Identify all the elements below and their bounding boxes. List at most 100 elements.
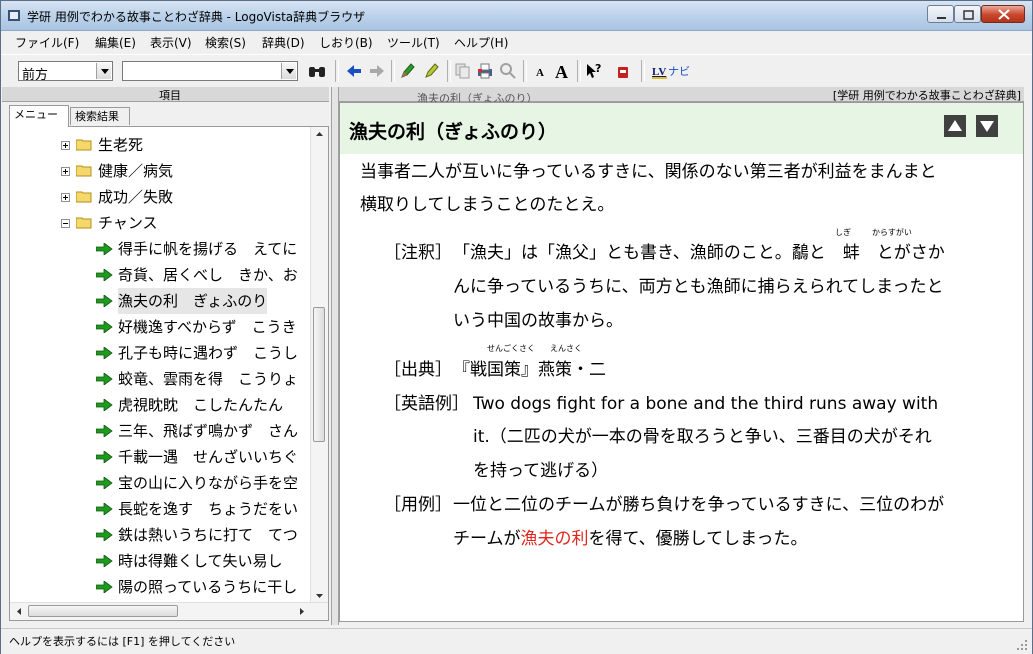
previous-entry-button[interactable] [944,115,966,137]
tree-entry[interactable]: 好機逸すべからず こうき [10,314,310,340]
binoculars-icon[interactable] [307,61,327,81]
pane-splitter[interactable] [331,87,339,625]
left-pane-header-label: 項目 [159,89,181,102]
toolbar-separator [335,60,339,82]
tree-folder[interactable]: 健康／病気 [10,158,310,184]
source-label: ［出典］ [384,360,452,380]
menu-help[interactable]: ヘルプ(H) [454,34,508,51]
entry-arrow-icon [96,477,113,489]
tree-item-label: 三年、飛ばず鳴かず さん [118,422,299,440]
entry-arrow-icon [96,295,113,307]
font-larger-icon[interactable]: A [553,61,573,81]
chevron-down-icon[interactable] [281,63,296,79]
tree-entry[interactable]: 孔子も時に遇わず こうし [10,340,310,366]
left-pane-tabs: メニュー 検索結果 [9,105,329,127]
scroll-right-icon[interactable] [295,603,309,620]
tree-item-label: 千載一遇 せんざいいちぐ [118,448,299,466]
tree-item-label: 奇貨、居くべし きか、お [118,266,298,284]
tree-entry[interactable]: 奇貨、居くべし きか、お [10,262,310,288]
tree-folder[interactable]: 成功／失敗 [10,184,310,210]
search-mode-select[interactable]: 前方 [18,61,113,83]
menu-bar: ファイル(F) 編集(E) 表示(V) 検索(S) 辞典(D) しおり(B) ツ… [1,31,1032,51]
usage-line: チームが漁夫の利を得て、優勝してしまった。 [453,528,807,550]
tree-entry[interactable]: 宝の山に入りながら手を空 [10,470,310,496]
scrollbar-thumb[interactable] [313,307,325,442]
close-icon [998,9,1010,20]
print-icon[interactable] [475,61,495,81]
tree-horizontal-scrollbar[interactable] [10,602,328,620]
menu-edit[interactable]: 編集(E) [95,34,136,51]
english-example-line: Two dogs fight for a bone and the third … [473,394,939,414]
menu-view[interactable]: 表示(V) [150,34,192,51]
entry-arrow-icon [96,451,113,463]
tree-entry[interactable]: 時は得難くして失い易し [10,548,310,574]
window-title: 学研 用例でわかる故事ことわざ辞典 - LogoVista辞典ブラウザ [27,10,366,24]
minimize-button[interactable] [927,5,954,23]
marker-pen-icon[interactable] [398,61,418,81]
copy-icon[interactable] [453,61,473,81]
search-input[interactable] [122,61,298,81]
menu-search[interactable]: 検索(S) [205,34,246,51]
tree-entry[interactable]: 千載一遇 せんざいいちぐ [10,444,310,470]
tree-item-label: 成功／失敗 [98,188,174,206]
expand-icon[interactable] [61,193,70,202]
svg-text:?: ? [595,62,601,75]
scroll-left-icon[interactable] [12,603,26,620]
scroll-up-icon[interactable] [311,127,328,141]
font-smaller-icon[interactable]: A [531,61,551,81]
ruby-text: しぎ [835,228,851,237]
tree-entry[interactable]: 長蛇を逸す ちょうだをい [10,496,310,522]
close-button[interactable] [981,5,1025,23]
menu-file[interactable]: ファイル(F) [15,34,79,51]
status-bar: ヘルプを表示するには [F1] を押してください [1,628,1032,654]
forward-arrow-icon[interactable] [367,61,387,81]
zoom-icon[interactable] [498,61,518,81]
tab-menu[interactable]: メニュー [9,105,69,127]
maximize-button[interactable] [954,5,981,23]
book-icon[interactable] [613,61,633,81]
folder-icon [76,191,92,203]
next-entry-button[interactable] [976,115,998,137]
entry-arrow-icon [96,581,113,593]
entry-arrow-icon [96,425,113,437]
minimize-icon [937,17,946,19]
dictionary-name: [学研 用例でわかる故事ことわざ辞典] [832,89,1021,102]
tab-search-results[interactable]: 検索結果 [70,107,130,125]
highlighter-icon[interactable] [422,61,442,81]
svg-text:A: A [536,67,544,79]
left-pane-header: 項目 [2,87,329,102]
expand-icon[interactable] [61,167,70,176]
usage-text: チームが [453,529,521,549]
context-help-icon[interactable]: ? [584,61,604,81]
lv-navi-button[interactable]: LV ナビ [651,61,695,81]
menu-tree: 生老死 健康／病気 成功／失敗 チャンス 得手に帆を揚げる えてに 奇貨、居くべ… [9,126,329,621]
scrollbar-thumb[interactable] [28,605,178,617]
menu-dictionary[interactable]: 辞典(D) [262,34,305,51]
title-bar[interactable]: 学研 用例でわかる故事ことわざ辞典 - LogoVista辞典ブラウザ [1,1,1032,31]
tree-folder[interactable]: 生老死 [10,132,310,158]
tree-item-label: 宝の山に入りながら手を空 [118,474,299,492]
scroll-down-icon[interactable] [311,589,328,603]
tree-entry[interactable]: 三年、飛ばず鳴かず さん [10,418,310,444]
tree-entry[interactable]: 虎視眈眈 こしたんたん [10,392,310,418]
tree-folder-open[interactable]: チャンス [10,210,310,236]
menu-tools[interactable]: ツール(T) [387,34,440,51]
english-example-label: ［英語例］ [384,394,469,414]
toolbar: 前方 A A ? LV ナビ [1,54,1032,87]
chevron-down-icon[interactable] [96,63,111,79]
usage-text: を得て、優勝してしまった。 [588,529,808,549]
tree-entry-selected[interactable]: 漁夫の利 ぎょふのり [10,288,310,314]
menu-bookmark[interactable]: しおり(B) [319,34,373,51]
resize-grip-icon[interactable] [1016,639,1028,651]
tab-menu-label: メニュー [14,108,58,121]
tree-entry[interactable]: 蛟竜、雲雨を得 こうりょ [10,366,310,392]
usage-highlight: 漁夫の利 [520,529,589,549]
back-arrow-icon[interactable] [344,61,364,81]
tree-entry[interactable]: 陽の照っているうちに干し [10,574,310,600]
collapse-icon[interactable] [61,219,70,228]
expand-icon[interactable] [61,141,70,150]
entry-arrow-icon [96,347,113,359]
tree-entry[interactable]: 鉄は熱いうちに打て てつ [10,522,310,548]
tree-vertical-scrollbar[interactable] [310,127,328,603]
tree-entry[interactable]: 得手に帆を揚げる えてに [10,236,310,262]
